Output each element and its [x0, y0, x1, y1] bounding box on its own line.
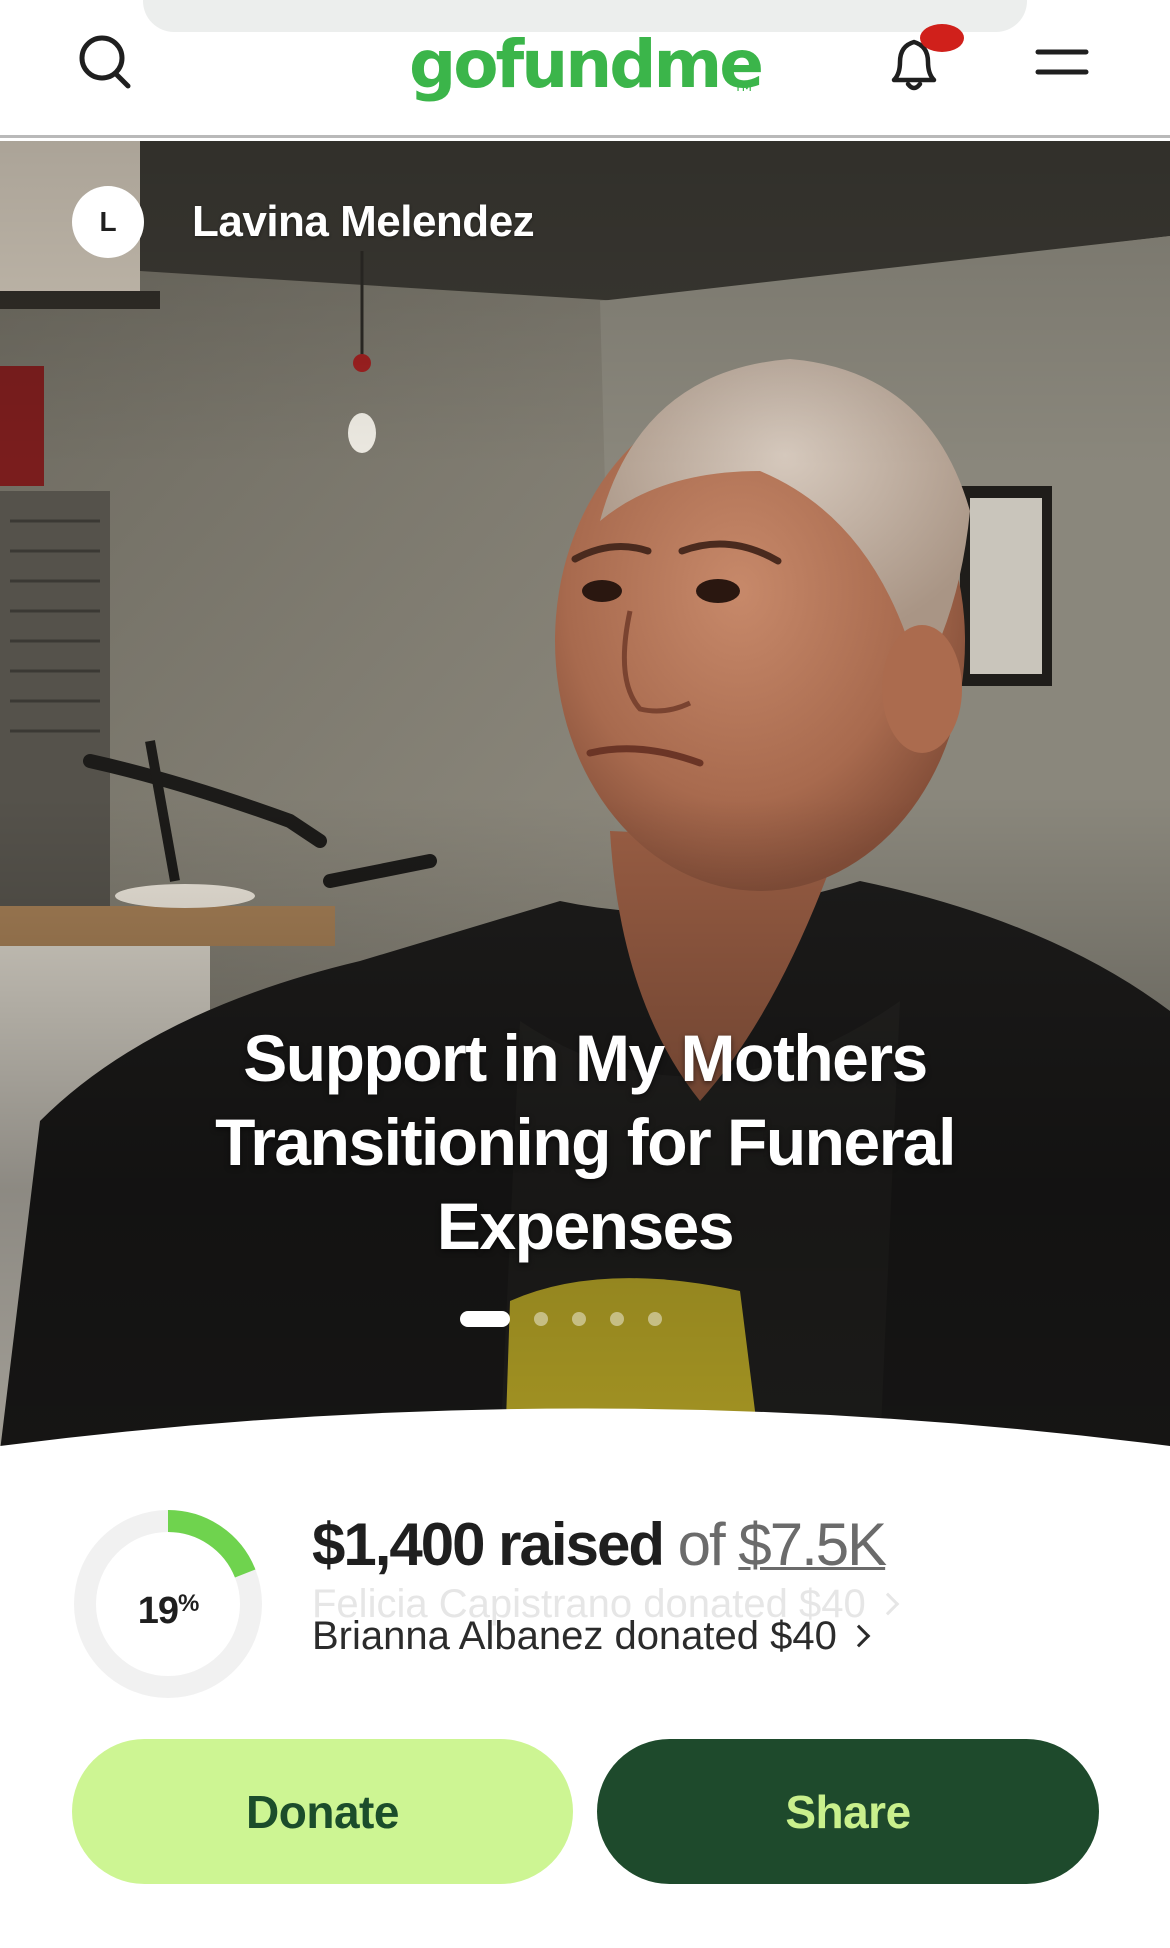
progress-percent-value: 19: [137, 1590, 179, 1632]
hamburger-menu-icon: [1035, 49, 1089, 75]
carousel-dots: [0, 1308, 1170, 1330]
logo-text: gofundme: [408, 26, 764, 103]
top-header: gofundme TM: [0, 0, 1170, 138]
chevron-right-icon: [847, 1624, 871, 1648]
avatar[interactable]: L: [72, 186, 144, 258]
notification-badge: [920, 24, 964, 52]
percent-sign: %: [177, 1590, 199, 1617]
goal-amount-link[interactable]: $7.5K: [738, 1511, 887, 1578]
carousel-dot[interactable]: [648, 1312, 662, 1326]
notifications-button[interactable]: [878, 22, 966, 102]
search-button[interactable]: [72, 28, 144, 100]
trademark-mark: TM: [734, 80, 752, 94]
ticker-current-text: Brianna Albanez donated $40: [312, 1613, 837, 1658]
chevron-right-icon: [876, 1592, 900, 1616]
progress-percent: 19%: [72, 1578, 264, 1637]
carousel-dot[interactable]: [534, 1312, 548, 1326]
raised-amount: $1,400 raised: [312, 1511, 665, 1578]
gofundme-logo[interactable]: gofundme TM: [404, 20, 766, 110]
search-icon: [79, 35, 131, 89]
raised-summary: $1,400 raised of $7.5K: [312, 1505, 887, 1585]
bell-icon: [891, 24, 964, 91]
ticker-current-donation[interactable]: Brianna Albanez donated $40: [312, 1608, 871, 1664]
fundraiser-title: Support in My Mothers Transitioning for …: [215, 1021, 956, 1263]
hero-bottom-curve: [0, 1408, 1170, 1451]
carousel-dot[interactable]: [572, 1312, 586, 1326]
carousel-dot-active[interactable]: [460, 1311, 510, 1327]
menu-button[interactable]: [1026, 38, 1090, 88]
donate-button[interactable]: Donate: [72, 1739, 573, 1884]
donations-ticker[interactable]: Felicia Capistrano donated $40 Brianna A…: [312, 1578, 1012, 1668]
raised-of-text: of: [677, 1511, 726, 1578]
hero-image[interactable]: L Lavina Melendez Support in My Mothers …: [0, 141, 1170, 1451]
organizer[interactable]: L Lavina Melendez: [72, 186, 535, 258]
organizer-name[interactable]: Lavina Melendez: [192, 197, 535, 247]
carousel-dot[interactable]: [610, 1312, 624, 1326]
share-button[interactable]: Share: [597, 1739, 1099, 1884]
